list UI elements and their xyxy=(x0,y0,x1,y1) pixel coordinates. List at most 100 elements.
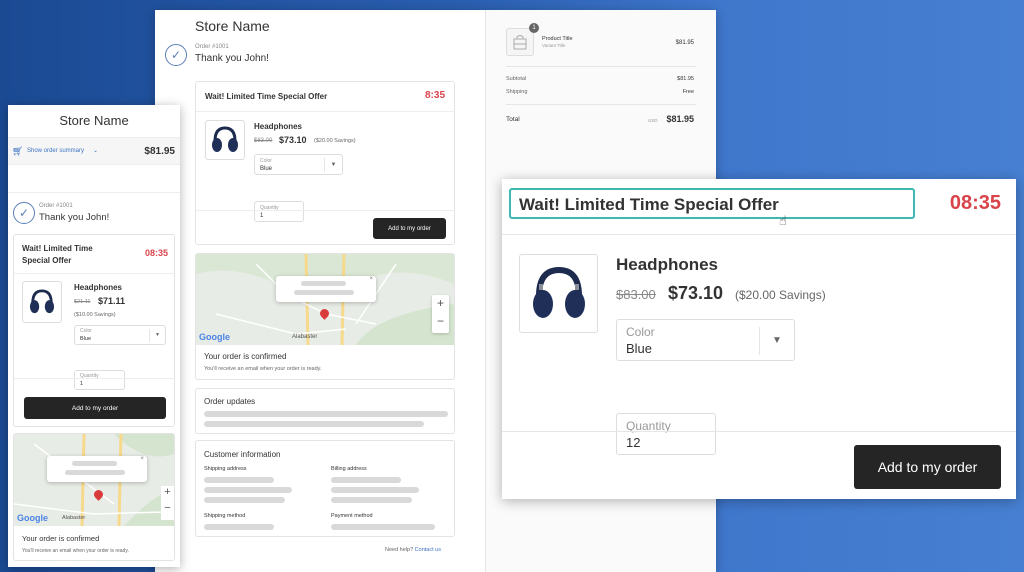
offer-timer: 8:35 xyxy=(424,90,445,101)
quantity-value: 1 xyxy=(80,381,84,387)
close-icon[interactable]: × xyxy=(140,456,144,462)
order-summary-toggle-bar[interactable]: 🛒︎ Show order summary ⌄ $81.95 xyxy=(8,137,180,165)
customer-info-title: Customer information xyxy=(204,450,281,459)
zoom-out-button[interactable]: − xyxy=(432,314,449,328)
map-zoom-controls: + − xyxy=(161,486,174,520)
color-label: Color xyxy=(626,325,655,339)
color-label: Color xyxy=(260,158,272,164)
mobile-order-confirmed-title: Your order is confirmed xyxy=(22,534,100,543)
product-name: Headphones xyxy=(254,122,303,131)
currency-code: USD xyxy=(648,118,658,123)
chevron-down-icon: ⌄ xyxy=(93,148,99,154)
mobile-product-thumbnail xyxy=(22,281,62,323)
mobile-color-select[interactable]: Color Blue ▼ xyxy=(74,325,166,345)
shopping-bag-icon xyxy=(513,35,527,50)
divider xyxy=(506,104,696,105)
help-text: Need help? xyxy=(385,547,414,553)
color-value: Blue xyxy=(80,336,92,342)
map-card: × + − Google Alabaster Your order is con… xyxy=(195,253,455,380)
zoomed-offer-title: Wait! Limited Time Special Offer xyxy=(519,195,779,214)
zoomed-add-to-order-button[interactable]: Add to my order xyxy=(854,445,1001,489)
order-confirmed-title: Your order is confirmed xyxy=(204,352,287,361)
mobile-offer-title: Wait! Limited Time Special Offer xyxy=(22,244,93,265)
subtotal-value: $81.95 xyxy=(677,76,694,82)
headphones-icon xyxy=(532,266,585,318)
product-thumbnail xyxy=(205,120,245,160)
contact-us-link[interactable]: Contact us xyxy=(415,547,441,553)
divider xyxy=(8,192,180,193)
offer-header: Wait! Limited Time Special Offer 8:35 xyxy=(196,82,454,112)
color-select[interactable]: Color Blue ▼ xyxy=(254,154,343,175)
product-title: Product Title xyxy=(542,36,573,42)
mobile-map-card: × + − Google Alabaster Your order is con… xyxy=(13,433,175,561)
pointer-cursor-icon: ☝︎ xyxy=(779,213,787,228)
divider xyxy=(502,431,1016,432)
map[interactable]: × + − Google Alabaster xyxy=(196,254,454,345)
check-circle-icon: ✓ xyxy=(13,202,35,224)
original-price: $83.00 xyxy=(254,138,273,144)
skeleton-line xyxy=(204,524,274,530)
mobile-quantity-field[interactable]: Quantity 1 xyxy=(74,370,125,390)
total-value: $81.95 xyxy=(666,114,694,124)
zoomed-offer-timer: 08:35 xyxy=(949,192,1001,214)
shipping-value: Free xyxy=(682,89,694,95)
mobile-order-confirmed-subtitle: You'll receive an email when your order … xyxy=(22,548,129,554)
add-to-order-button[interactable]: Add to my order xyxy=(373,218,446,239)
order-confirmed-subtitle: You'll receive an email when your order … xyxy=(204,366,322,372)
map-place-label: Alabaster xyxy=(62,515,86,521)
help-line: Need help? Contact us xyxy=(385,547,441,553)
skeleton-line xyxy=(204,421,424,427)
mobile-order-number: Order #1001 xyxy=(39,203,73,209)
offer-title: Wait! Limited Time Special Offer xyxy=(205,92,328,101)
variant-title: Variant Title xyxy=(542,43,566,48)
color-value: Blue xyxy=(626,341,653,356)
zoom-in-button[interactable]: + xyxy=(161,486,174,498)
zoom-out-button[interactable]: − xyxy=(161,502,174,514)
quantity-badge: 1 xyxy=(529,23,539,33)
zoomed-quantity-field[interactable]: Quantity 12 xyxy=(616,413,716,455)
customer-info-card: Customer information Shipping address Bi… xyxy=(195,440,455,537)
desktop-main-column: Store Name ✓ Order #1001 Thank you John!… xyxy=(155,10,485,572)
shipping-label: Shipping xyxy=(506,89,528,95)
close-icon[interactable]: × xyxy=(369,276,373,282)
cart-icon: 🛒︎ xyxy=(12,146,24,156)
offer-card: Wait! Limited Time Special Offer 8:35 He… xyxy=(195,81,455,245)
offer-title-edit-field[interactable]: Wait! Limited Time Special Offer xyxy=(509,188,915,219)
divider xyxy=(14,273,174,274)
skeleton-line xyxy=(331,487,419,493)
skeleton-line xyxy=(204,487,292,493)
thank-you-heading: Thank you John! xyxy=(195,53,269,64)
mobile-offer-timer: 08:35 xyxy=(144,248,168,258)
mobile-add-to-order-button[interactable]: Add to my order xyxy=(24,397,166,419)
mobile-original-price: $21.11 xyxy=(74,299,91,305)
store-name: Store Name xyxy=(195,18,270,34)
sale-price: $73.10 xyxy=(279,135,307,145)
divider xyxy=(196,210,454,211)
payment-method-label: Payment method xyxy=(331,513,373,519)
zoomed-product-name: Headphones xyxy=(616,255,719,274)
zoom-in-button[interactable]: + xyxy=(432,296,449,310)
mobile-savings-text: ($10.00 Savings) xyxy=(74,312,116,318)
show-order-summary-link[interactable]: Show order summary xyxy=(27,148,84,154)
order-updates-title: Order updates xyxy=(204,397,256,406)
mobile-thank-you: Thank you John! xyxy=(39,212,110,223)
headphones-icon xyxy=(212,126,238,152)
popup-skeleton-line xyxy=(301,281,346,286)
quantity-field[interactable]: Quantity 1 xyxy=(254,201,304,222)
billing-address-label: Billing address xyxy=(331,466,367,472)
chevron-down-icon: ▼ xyxy=(759,327,794,355)
total-label: Total xyxy=(506,116,520,123)
zoomed-color-select[interactable]: Color Blue ▼ xyxy=(616,319,795,361)
mobile-checkout-page: Store Name 🛒︎ Show order summary ⌄ $81.9… xyxy=(8,105,180,567)
skeleton-line xyxy=(204,497,285,503)
skeleton-line xyxy=(331,497,412,503)
map-place-label: Alabaster xyxy=(292,334,318,340)
zoomed-savings-text: ($20.00 Savings) xyxy=(735,288,826,302)
quantity-value: 1 xyxy=(260,213,264,219)
product-placeholder-thumbnail xyxy=(506,28,534,56)
order-updates-card: Order updates xyxy=(195,388,455,434)
mobile-map[interactable]: × + − Google Alabaster xyxy=(14,434,174,526)
popup-skeleton-line xyxy=(65,470,125,475)
order-number: Order #1001 xyxy=(195,44,229,50)
zoomed-offer-header: Wait! Limited Time Special Offer ☝︎ 08:3… xyxy=(502,179,1016,235)
